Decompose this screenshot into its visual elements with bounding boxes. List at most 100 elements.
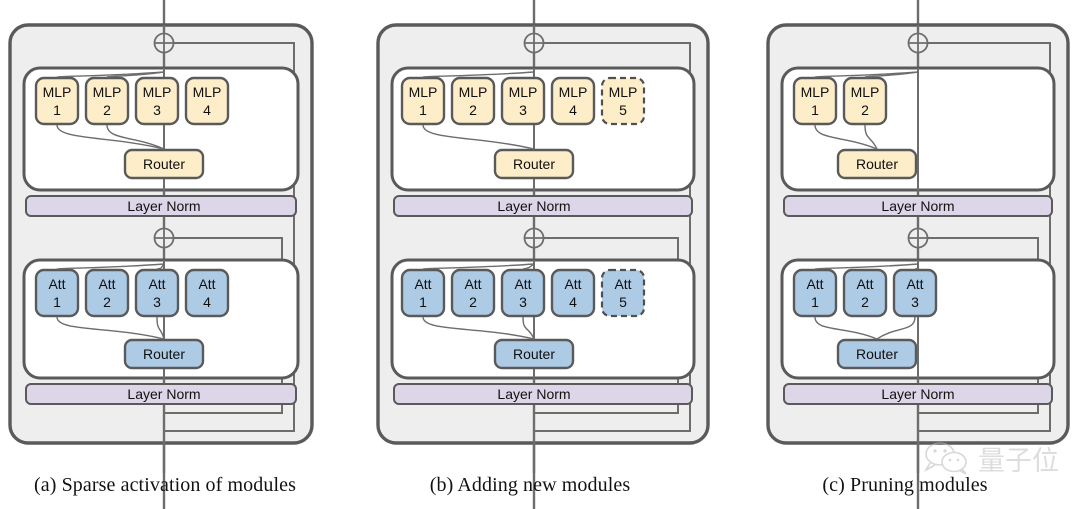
module-label-bottom-mlp-1: 1 bbox=[419, 102, 427, 118]
module-label-top-mlp-5: MLP bbox=[609, 84, 638, 100]
module-attn-1[interactable]: Att 1 bbox=[400, 268, 446, 318]
panel-a: MLP 1 MLP 2 MLP 3 MLP 4 Router Layer Norm Att 1 Att 2… bbox=[8, 0, 314, 509]
panel-b: MLP 1 MLP 2 MLP 3 MLP 4 MLP 5 Router Layer Norm Att 1… bbox=[376, 0, 710, 509]
layer-norm-attn: Layer Norm bbox=[783, 383, 1053, 405]
module-label-bottom-mlp-5: 5 bbox=[619, 102, 627, 118]
module-attn-2[interactable]: Att 2 bbox=[450, 268, 496, 318]
module-attn-2[interactable]: Att 2 bbox=[84, 268, 130, 318]
module-mlp-2[interactable]: MLP 2 bbox=[842, 76, 888, 126]
layer-norm-label-mlp: Layer Norm bbox=[497, 198, 570, 214]
module-label-top-attn-2: Att bbox=[98, 276, 115, 292]
panels-root: MLP 1 MLP 2 MLP 3 MLP 4 Router Layer Norm Att 1 Att 2… bbox=[8, 0, 1070, 509]
router-label-attn: Router bbox=[143, 346, 185, 362]
module-label-bottom-mlp-1: 1 bbox=[53, 102, 61, 118]
module-label-top-attn-3: Att bbox=[906, 276, 923, 292]
layer-norm-mlp: Layer Norm bbox=[783, 195, 1053, 217]
module-mlp-2[interactable]: MLP 2 bbox=[450, 76, 496, 126]
router-label-mlp: Router bbox=[143, 156, 185, 172]
layer-norm-label-mlp: Layer Norm bbox=[881, 198, 954, 214]
module-mlp-1[interactable]: MLP 1 bbox=[400, 76, 446, 126]
add-node-mlp bbox=[907, 32, 929, 54]
module-label-bottom-mlp-3: 3 bbox=[153, 102, 161, 118]
module-label-bottom-attn-4: 4 bbox=[569, 294, 577, 310]
module-attn-1[interactable]: Att 1 bbox=[792, 268, 838, 318]
router-mlp[interactable]: Router bbox=[493, 148, 575, 180]
module-label-bottom-attn-1: 1 bbox=[53, 294, 61, 310]
module-label-top-attn-1: Att bbox=[414, 276, 431, 292]
router-label-attn: Router bbox=[856, 346, 898, 362]
module-label-top-attn-5: Att bbox=[614, 276, 631, 292]
module-label-top-mlp-1: MLP bbox=[801, 84, 830, 100]
module-label-bottom-attn-1: 1 bbox=[811, 294, 819, 310]
router-attn[interactable]: Router bbox=[493, 338, 575, 370]
layer-norm-label-attn: Layer Norm bbox=[881, 386, 954, 402]
router-mlp[interactable]: Router bbox=[836, 148, 918, 180]
module-label-top-mlp-3: MLP bbox=[509, 84, 538, 100]
add-node-attn bbox=[523, 227, 545, 249]
module-mlp-4[interactable]: MLP 4 bbox=[184, 76, 230, 126]
module-mlp-4[interactable]: MLP 4 bbox=[550, 76, 596, 126]
module-label-top-attn-2: Att bbox=[856, 276, 873, 292]
module-label-top-mlp-2: MLP bbox=[851, 84, 880, 100]
module-label-top-mlp-4: MLP bbox=[559, 84, 588, 100]
module-label-bottom-mlp-4: 4 bbox=[569, 102, 577, 118]
module-attn-3[interactable]: Att 3 bbox=[500, 268, 546, 318]
layer-norm-label-attn: Layer Norm bbox=[127, 386, 200, 402]
module-attn-4[interactable]: Att 4 bbox=[184, 268, 230, 318]
module-label-top-mlp-1: MLP bbox=[409, 84, 438, 100]
module-attn-3[interactable]: Att 3 bbox=[892, 268, 938, 318]
router-label-mlp: Router bbox=[513, 156, 555, 172]
panel-caption-b: (b) Adding new modules bbox=[429, 474, 631, 496]
add-node-mlp bbox=[523, 32, 545, 54]
module-mlp-2[interactable]: MLP 2 bbox=[84, 76, 130, 126]
module-label-bottom-mlp-2: 2 bbox=[861, 102, 869, 118]
panel-caption-a: (a) Sparse activation of modules bbox=[33, 474, 296, 496]
layer-norm-label-mlp: Layer Norm bbox=[127, 198, 200, 214]
figure-canvas: MLP 1 MLP 2 MLP 3 MLP 4 Router Layer Norm Att 1 Att 2… bbox=[8, 0, 1070, 509]
module-label-bottom-attn-4: 4 bbox=[203, 294, 211, 310]
module-label-top-attn-3: Att bbox=[514, 276, 531, 292]
module-label-top-mlp-2: MLP bbox=[93, 84, 122, 100]
module-label-bottom-mlp-1: 1 bbox=[811, 102, 819, 118]
module-label-top-mlp-4: MLP bbox=[193, 84, 222, 100]
router-attn[interactable]: Router bbox=[123, 338, 205, 370]
module-label-top-mlp-1: MLP bbox=[43, 84, 72, 100]
module-attn-3[interactable]: Att 3 bbox=[134, 268, 180, 318]
watermark-text: 量子位 bbox=[978, 446, 1059, 477]
module-mlp-3[interactable]: MLP 3 bbox=[500, 76, 546, 126]
module-label-bottom-attn-2: 2 bbox=[861, 294, 869, 310]
module-label-bottom-mlp-4: 4 bbox=[203, 102, 211, 118]
router-attn[interactable]: Router bbox=[836, 338, 918, 370]
module-label-top-attn-3: Att bbox=[148, 276, 165, 292]
layer-norm-attn: Layer Norm bbox=[393, 383, 693, 405]
wechat-icon bbox=[923, 442, 967, 475]
add-node-attn bbox=[907, 227, 929, 249]
module-label-bottom-attn-3: 3 bbox=[153, 294, 161, 310]
module-attn-2[interactable]: Att 2 bbox=[842, 268, 888, 318]
module-mlp-1[interactable]: MLP 1 bbox=[34, 76, 80, 126]
module-label-bottom-attn-3: 3 bbox=[519, 294, 527, 310]
router-mlp[interactable]: Router bbox=[123, 148, 205, 180]
add-node-attn bbox=[153, 227, 175, 249]
layer-norm-label-attn: Layer Norm bbox=[497, 386, 570, 402]
module-mlp-3[interactable]: MLP 3 bbox=[134, 76, 180, 126]
module-attn-4[interactable]: Att 4 bbox=[550, 268, 596, 318]
module-label-bottom-attn-5: 5 bbox=[619, 294, 627, 310]
module-label-top-attn-4: Att bbox=[198, 276, 215, 292]
module-label-bottom-attn-2: 2 bbox=[469, 294, 477, 310]
module-label-bottom-mlp-2: 2 bbox=[103, 102, 111, 118]
module-label-top-mlp-3: MLP bbox=[143, 84, 172, 100]
module-label-top-mlp-2: MLP bbox=[459, 84, 488, 100]
layer-norm-mlp: Layer Norm bbox=[25, 195, 297, 217]
module-label-bottom-attn-2: 2 bbox=[103, 294, 111, 310]
module-attn-1[interactable]: Att 1 bbox=[34, 268, 80, 318]
module-label-top-attn-2: Att bbox=[464, 276, 481, 292]
module-mlp-1[interactable]: MLP 1 bbox=[792, 76, 838, 126]
module-attn-5[interactable]: Att 5 bbox=[600, 268, 646, 318]
router-label-mlp: Router bbox=[856, 156, 898, 172]
module-label-bottom-mlp-2: 2 bbox=[469, 102, 477, 118]
module-mlp-5[interactable]: MLP 5 bbox=[600, 76, 646, 126]
router-label-attn: Router bbox=[513, 346, 555, 362]
layer-norm-attn: Layer Norm bbox=[25, 383, 297, 405]
module-label-bottom-mlp-3: 3 bbox=[519, 102, 527, 118]
